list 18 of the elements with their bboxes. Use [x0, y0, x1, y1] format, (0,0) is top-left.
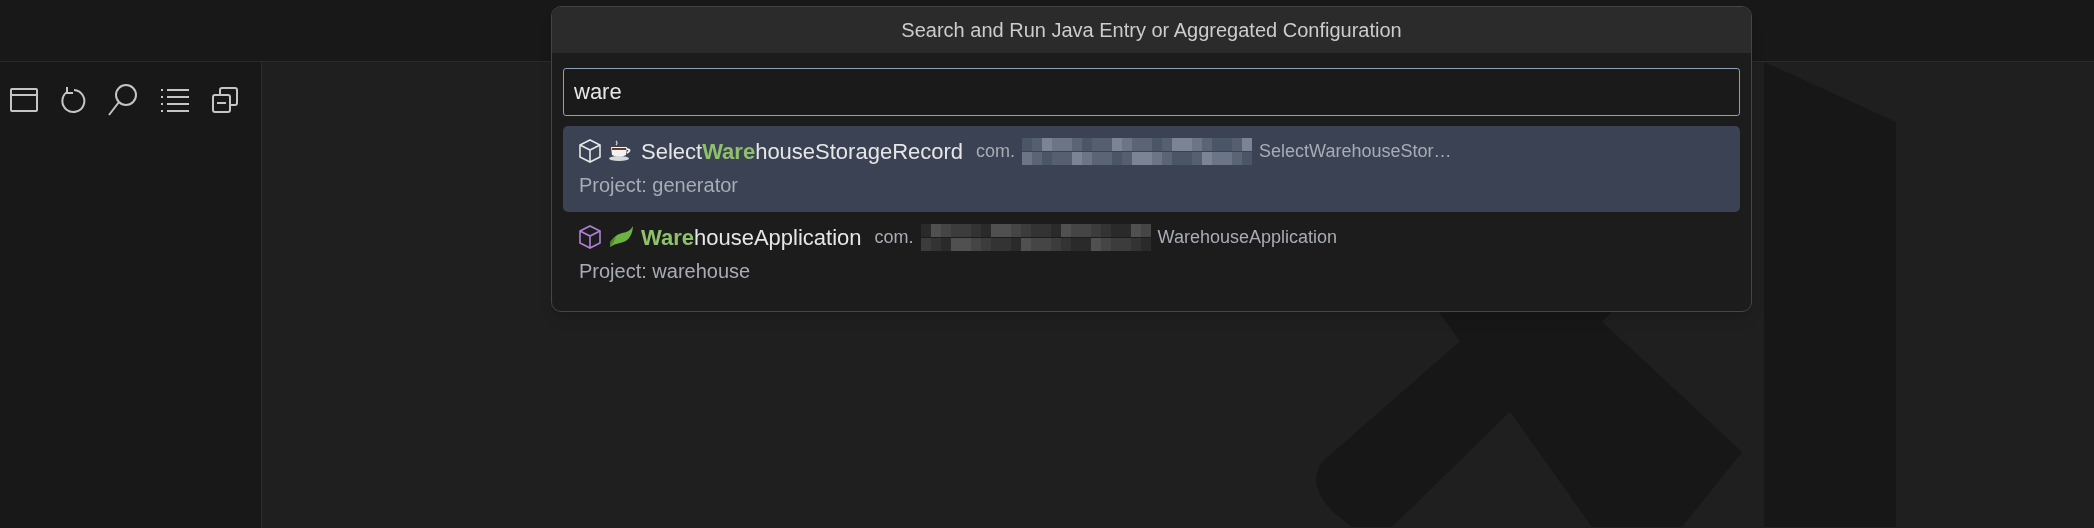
window-icon[interactable]: [10, 88, 38, 112]
result-item[interactable]: SelectWarehouseStorageRecord com. SelectWarehouseStor… Project: generator: [563, 126, 1740, 212]
search-icon[interactable]: [108, 84, 138, 116]
item-label: SelectWarehouseStorageRecord: [641, 137, 964, 166]
item-detail: Project: generator: [579, 173, 738, 198]
refresh-icon[interactable]: [60, 86, 86, 114]
search-field[interactable]: ware: [563, 68, 1740, 116]
item-description: SelectWarehouseStor…: [1259, 139, 1452, 163]
result-item[interactable]: WarehouseApplication com. WarehouseApplication Project: warehouse: [563, 212, 1740, 298]
panel-title: Search and Run Java Entry or Aggregated Configuration: [552, 7, 1751, 53]
item-detail: Project: warehouse: [579, 259, 751, 284]
item-label: WarehouseApplication: [641, 223, 862, 252]
leaf-icon: [608, 225, 634, 249]
item-description: com.: [976, 139, 1016, 163]
item-description: com.: [874, 225, 914, 249]
list-icon[interactable]: [160, 88, 190, 112]
item-description: WarehouseApplication: [1157, 225, 1337, 249]
collapse-all-icon[interactable]: [212, 87, 238, 113]
